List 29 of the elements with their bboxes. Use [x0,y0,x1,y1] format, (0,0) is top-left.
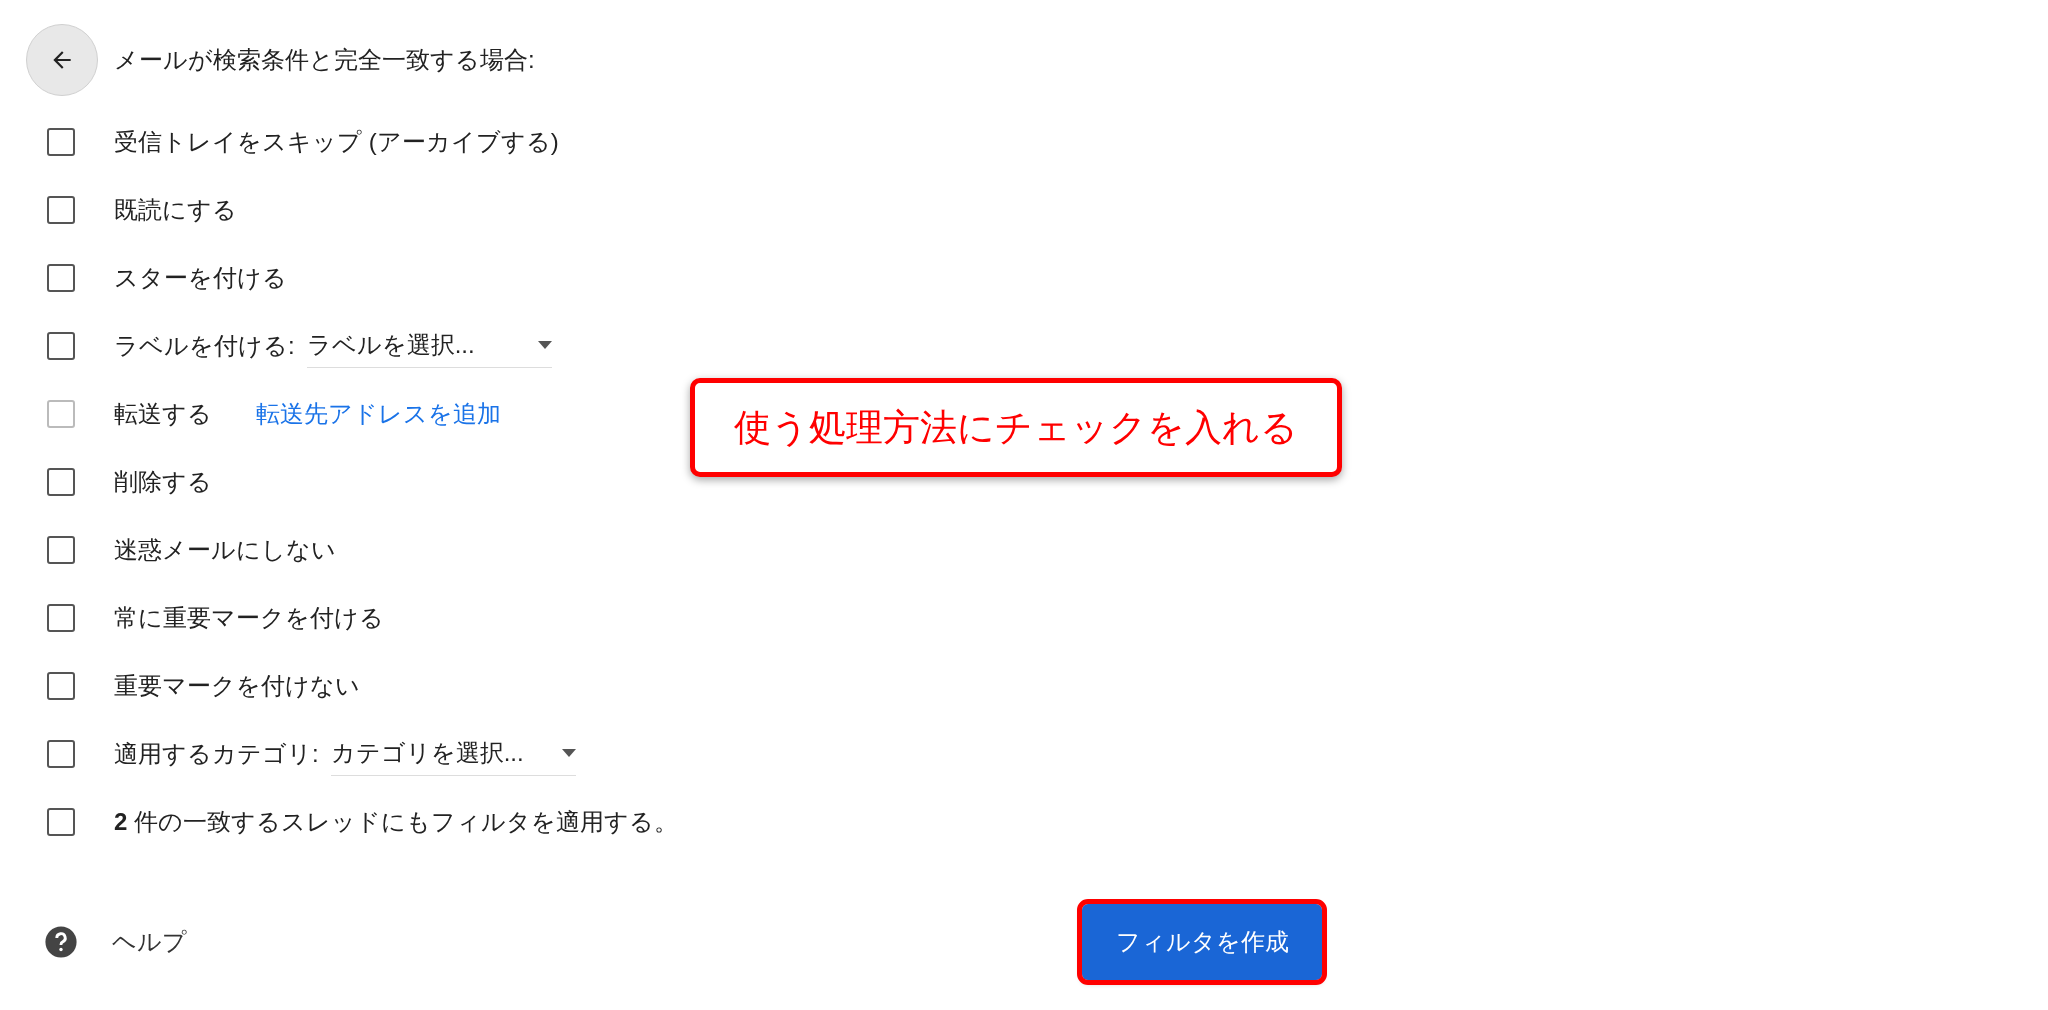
checkbox[interactable] [47,672,75,700]
checkbox[interactable] [47,332,75,360]
checkbox[interactable] [47,468,75,496]
checkbox[interactable] [47,808,75,836]
action-label: 転送する [114,399,212,429]
action-label: 常に重要マークを付ける [114,603,384,633]
caret-icon [537,340,552,349]
action-label: 既読にする [114,195,237,225]
action-label: 受信トレイをスキップ (アーカイブする) [114,127,559,157]
checkbox[interactable] [47,128,75,156]
action-label: 2 件の一致するスレッドにもフィルタを適用する。 [114,807,679,837]
action-label: ラベルを付ける: [114,331,295,361]
checkbox[interactable] [47,536,75,564]
dropdown[interactable]: カテゴリを選択... [330,732,576,776]
checkbox[interactable] [47,740,75,768]
dropdown[interactable]: ラベルを選択... [306,324,552,368]
action-label: 削除する [114,467,212,497]
checkbox[interactable] [47,264,75,292]
action-label: 重要マークを付けない [114,671,360,701]
criteria-heading: メールが検索条件と完全一致する場合: [114,45,535,75]
annotation-callout: 使う処理方法にチェックを入れる [690,378,1342,477]
action-label: 迷惑メールにしない [114,535,336,565]
help-icon[interactable] [44,925,78,959]
checkbox[interactable] [47,604,75,632]
help-link[interactable]: ヘルプ [112,926,187,958]
caret-icon [561,748,576,757]
action-label: 適用するカテゴリ: [114,739,319,769]
action-label: スターを付ける [114,263,287,293]
checkbox[interactable] [47,196,75,224]
